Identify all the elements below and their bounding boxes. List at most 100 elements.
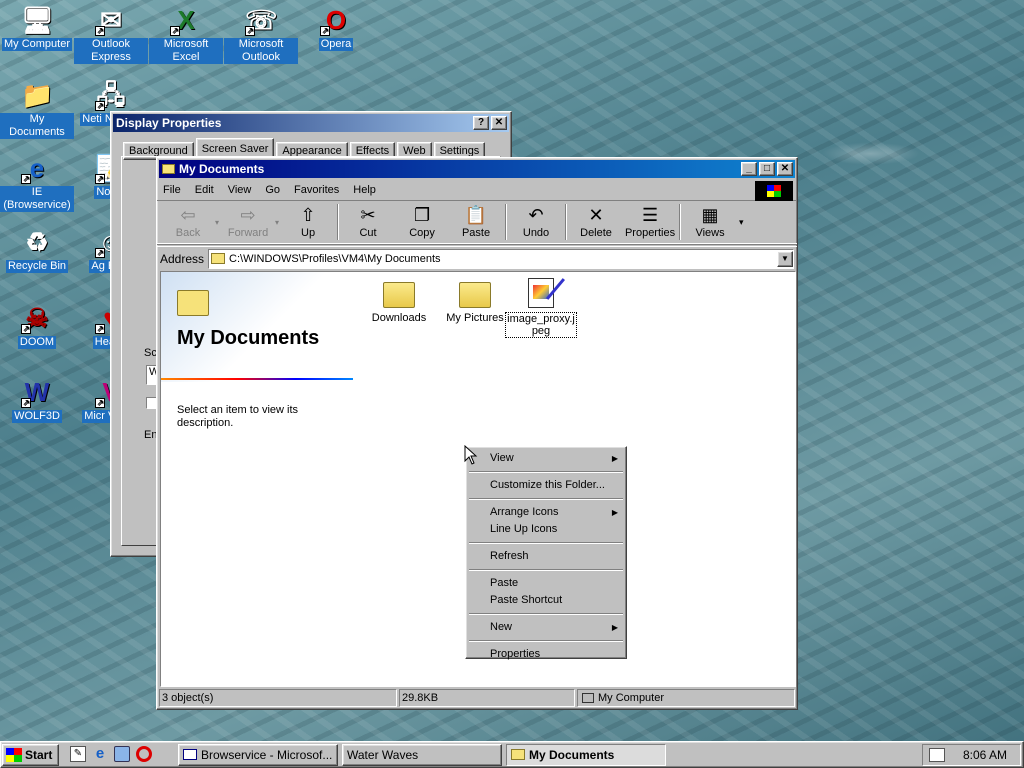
toolbar-separator <box>565 204 568 240</box>
toolbar-label: Undo <box>522 227 550 239</box>
desktop-icon-label: Opera <box>318 38 354 51</box>
submenu-arrow-icon: ▶ <box>611 454 618 463</box>
address-dropdown-button[interactable]: ▼ <box>777 250 793 267</box>
context-menu-item-view[interactable]: View ▶ <box>468 450 624 467</box>
display-properties-titlebar[interactable]: Display Properties ? ✕ <box>113 114 509 132</box>
desktop-icon-excel[interactable]: X ↗ Microsoft Excel <box>149 4 223 64</box>
windows-logo-icon <box>6 748 22 762</box>
paste-icon: 📋 <box>464 205 488 225</box>
desktop-icon-label: WOLF3D <box>12 410 62 423</box>
context-menu-item-properties[interactable]: Properties <box>468 646 624 663</box>
menu-go[interactable]: Go <box>265 184 280 196</box>
menu-help[interactable]: Help <box>353 184 376 196</box>
delete-button[interactable]: ✕ Delete <box>569 201 623 243</box>
file-item[interactable]: Downloads <box>361 276 437 324</box>
clock[interactable]: 8:06 AM <box>963 748 1007 762</box>
address-value[interactable]: C:\WINDOWS\Profiles\VM4\My Documents <box>229 253 777 265</box>
views-icon: ▦ <box>701 205 719 225</box>
menu-file[interactable]: File <box>163 184 181 196</box>
desktop-icon-computer[interactable]: 🖥 My Computer <box>0 4 74 51</box>
system-tray: 8:06 AM <box>922 744 1021 766</box>
explorer-title: My Documents <box>179 162 265 176</box>
display-properties-title: Display Properties <box>116 116 222 130</box>
explorer-titlebar[interactable]: My Documents _ □ ✕ <box>159 160 795 178</box>
show-desktop-icon[interactable]: ✎ <box>70 746 86 762</box>
menu-favorites[interactable]: Favorites <box>294 184 339 196</box>
toolbar-separator <box>679 204 682 240</box>
desktop-icon-recycle-bin[interactable]: ♻ Recycle Bin <box>0 226 74 273</box>
ie-icon[interactable]: e <box>92 746 108 762</box>
back-icon: ⇦ <box>180 205 196 225</box>
toolbar-label: Forward <box>227 227 269 239</box>
shortcut-arrow-icon: ↗ <box>21 174 31 184</box>
folder-icon <box>383 282 415 308</box>
toolbar-label: Properties <box>624 227 676 239</box>
desktop-icon-outlook-express[interactable]: ✉ ↗ Outlook Express <box>74 4 148 64</box>
desktop-icon-outlook[interactable]: ☏ ↗ Microsoft Outlook <box>224 4 298 64</box>
desktop-icon-doom[interactable]: ☠ ↗ DOOM <box>0 302 74 349</box>
shortcut-arrow-icon: ↗ <box>95 248 105 258</box>
context-menu-item-refresh[interactable]: Refresh <box>468 548 624 565</box>
context-menu-item-new[interactable]: New ▶ <box>468 619 624 636</box>
toolbar-label: Copy <box>409 227 435 239</box>
context-menu-item-arrange-icons[interactable]: Arrange Icons ▶ <box>468 504 624 521</box>
desktop-icon-opera[interactable]: O ↗ Opera <box>299 4 373 51</box>
quick-launch: ✎ e <box>70 746 152 762</box>
file-item[interactable]: image_proxy.jpeg <box>503 276 579 338</box>
chevron-down-icon[interactable]: ▾ <box>275 218 279 227</box>
undo-button[interactable]: ↶ Undo <box>509 201 563 243</box>
outlook-express-icon[interactable] <box>114 746 130 762</box>
context-menu-label: View <box>490 452 514 464</box>
close-button[interactable]: ✕ <box>777 162 793 176</box>
start-button[interactable]: Start <box>2 744 59 766</box>
panel-description: Select an item to view its description. <box>177 404 299 429</box>
cut-icon: ✂ <box>360 205 376 225</box>
context-menu-item-paste[interactable]: Paste <box>468 575 624 592</box>
mouse-cursor-icon <box>464 445 478 465</box>
copy-button[interactable]: ❐ Copy <box>395 201 449 243</box>
context-menu-label: Customize this Folder... <box>490 479 605 491</box>
ie-icon: e ↗ <box>21 153 45 184</box>
desktop-icon-wolf3d[interactable]: W ↗ WOLF3D <box>0 376 74 423</box>
up-button[interactable]: ⇧ Up <box>281 201 335 243</box>
status-zone: My Computer <box>577 689 795 707</box>
address-field[interactable]: C:\WINDOWS\Profiles\VM4\My Documents ▼ <box>208 248 794 269</box>
views-button[interactable]: ▦ Views <box>683 201 737 243</box>
properties-button[interactable]: ☰ Properties <box>623 201 677 243</box>
opera-icon[interactable] <box>136 746 152 762</box>
desktop-icon-ie[interactable]: e ↗ IE (Browservice) <box>0 152 74 212</box>
taskbar-button[interactable]: Water Waves <box>342 744 502 766</box>
taskbar-button[interactable]: Browservice - Microsof... <box>178 744 338 766</box>
scheduler-icon[interactable] <box>929 748 945 762</box>
menu-separator <box>469 613 623 615</box>
excel-icon: X ↗ <box>170 5 195 36</box>
maximize-button[interactable]: □ <box>759 162 775 176</box>
context-menu-item-line-up-icons[interactable]: Line Up Icons <box>468 521 624 538</box>
file-name: Downloads <box>371 312 427 324</box>
context-menu-label: Paste <box>490 577 519 589</box>
help-button[interactable]: ? <box>473 116 489 130</box>
chevron-down-icon[interactable]: ▾ <box>215 218 219 227</box>
toolbar-label: Up <box>301 227 316 239</box>
desktop-icon-folder[interactable]: 📁 My Documents <box>0 79 74 139</box>
context-menu-item-customize-this-folder[interactable]: Customize this Folder... <box>468 477 624 494</box>
shortcut-arrow-icon: ↗ <box>95 26 105 36</box>
paste-button[interactable]: 📋 Paste <box>449 201 503 243</box>
file-item[interactable]: My Pictures <box>437 276 513 324</box>
desktop-icon-label: DOOM <box>17 336 57 349</box>
shortcut-arrow-icon: ↗ <box>95 324 105 334</box>
minimize-button[interactable]: _ <box>741 162 757 176</box>
shortcut-arrow-icon: ↗ <box>95 101 105 111</box>
chevron-down-icon[interactable]: ▾ <box>739 217 744 228</box>
context-menu-label: Arrange Icons <box>490 506 559 518</box>
file-name: My Pictures <box>446 312 504 324</box>
close-button[interactable]: ✕ <box>491 116 507 130</box>
back-button[interactable]: ⇦ Back <box>161 201 215 243</box>
context-menu-item-paste-shortcut[interactable]: Paste Shortcut <box>468 592 624 609</box>
cut-button[interactable]: ✂ Cut <box>341 201 395 243</box>
address-bar: Address C:\WINDOWS\Profiles\VM4\My Docum… <box>157 246 797 270</box>
taskbar-button[interactable]: My Documents <box>506 744 666 766</box>
menu-edit[interactable]: Edit <box>195 184 214 196</box>
menu-view[interactable]: View <box>228 184 252 196</box>
forward-button[interactable]: ⇨ Forward <box>221 201 275 243</box>
